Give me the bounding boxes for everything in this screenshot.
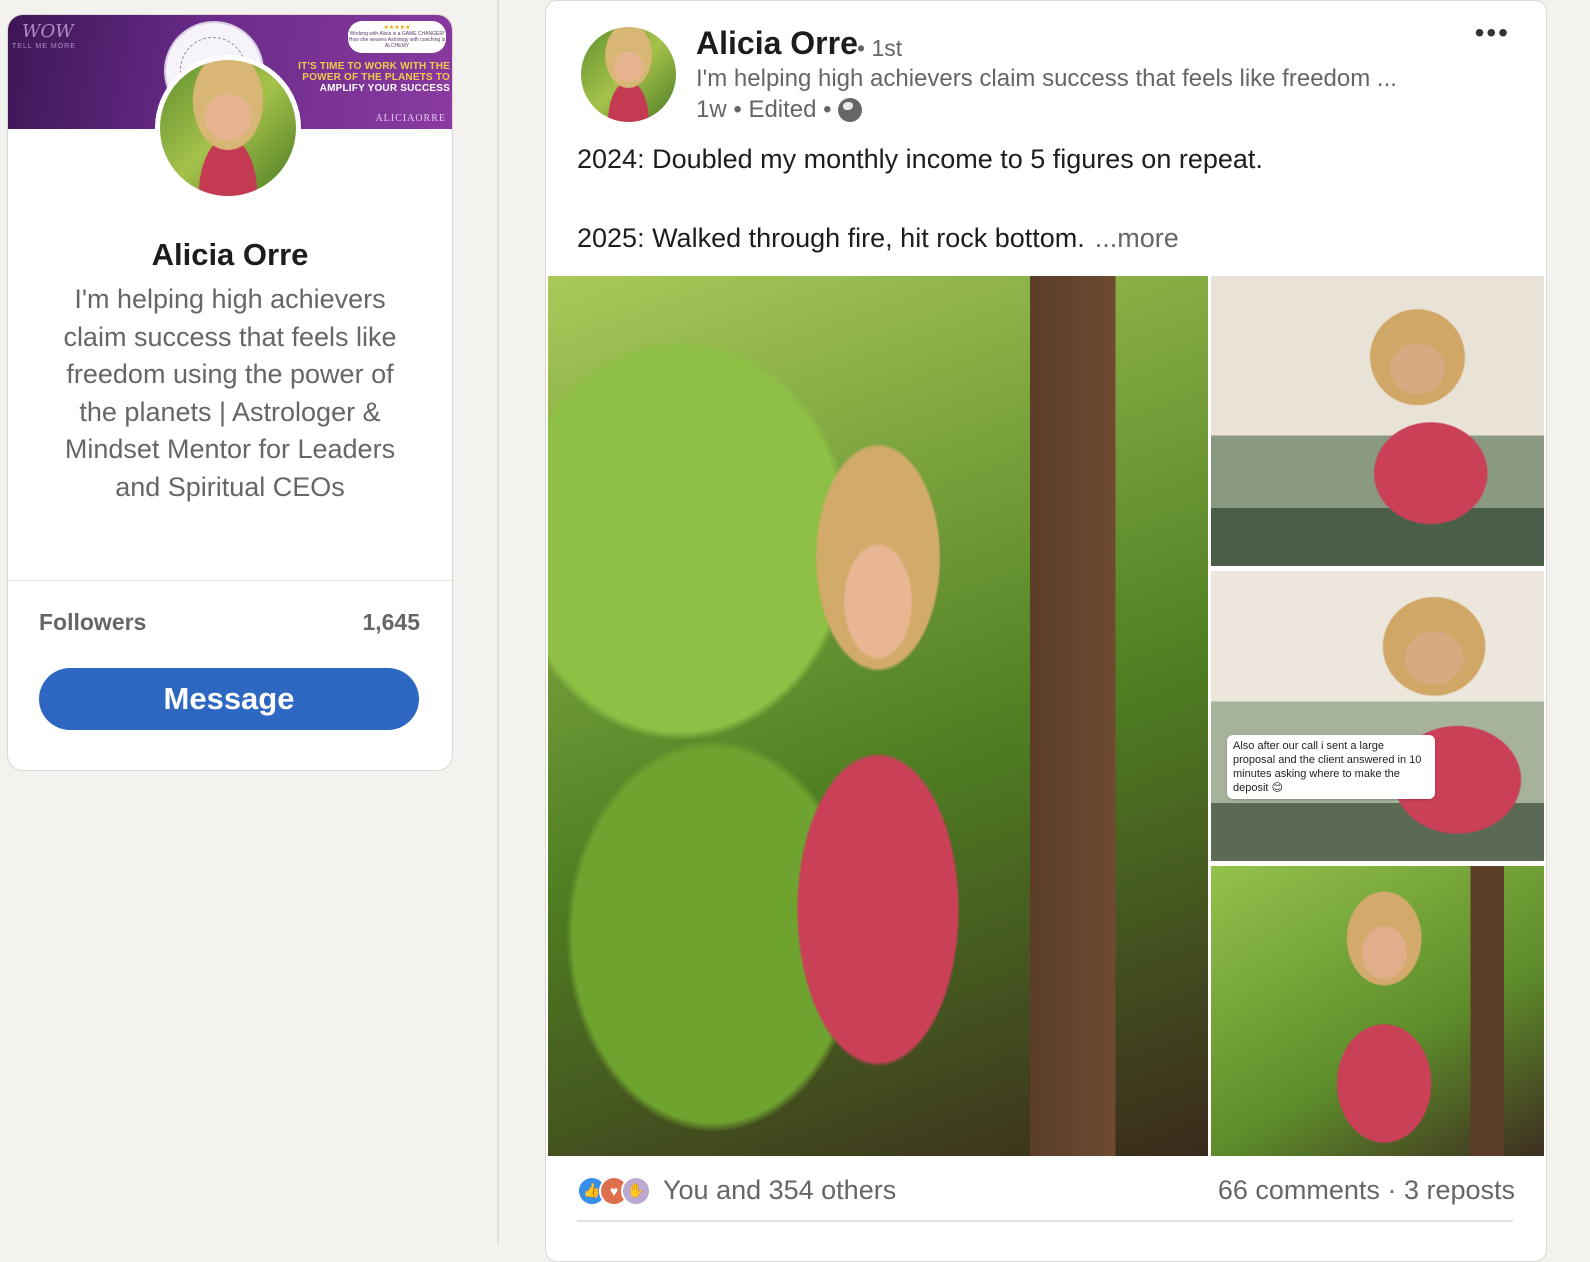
followers-label: Followers [39,609,147,635]
banner-sub-text: TELL ME MORE [12,43,76,50]
profile-divider [8,580,452,581]
post-photo-4[interactable] [1211,866,1544,1156]
post-meta: 1w • Edited • [696,96,862,124]
layout-divider [497,0,499,1244]
chat-screenshot-overlay: Also after our call i sent a large propo… [1227,735,1435,799]
profile-card: WOW TELL ME MORE ★★★★★ Working with Alic… [7,14,453,771]
banner-headline: IT'S TIME TO WORK WITH THE POWER OF THE … [280,61,450,94]
banner-testimonial-text: Working with Alicia is a GAME CHANGER! H… [348,31,446,49]
post-time: 1w [696,96,727,123]
meta-separator: • [816,96,832,123]
banner-headline-line2: POWER OF THE PLANETS TO [302,72,450,83]
post-edited: Edited [748,96,817,123]
post-author-headline: I'm helping high achievers claim success… [696,65,1397,92]
post-author-name[interactable]: Alicia Orre [696,25,858,62]
engagement-counts: 66 comments · 3 reposts [1218,1175,1515,1206]
connection-degree: • 1st [857,35,903,61]
banner-headline-line1: IT'S TIME TO WORK WITH THE [298,61,450,72]
post-author-avatar[interactable] [581,27,676,122]
profile-avatar[interactable] [155,55,301,201]
banner-script-text: WOW [22,21,74,42]
ellipsis-icon[interactable]: ••• [1475,17,1510,49]
post-text-line2: 2025: Walked through fire, hit rock bott… [577,223,1179,254]
banner-headline-line3: AMPLIFY YOUR SUCCESS [319,83,450,94]
message-button[interactable]: Message [39,668,419,730]
reposts-count[interactable]: 3 reposts [1404,1175,1515,1205]
banner-brand: ALICIAORRE [375,113,446,124]
post-text-line1: 2024: Doubled my monthly income to 5 fig… [577,144,1263,174]
post-text-line2-content: 2025: Walked through fire, hit rock bott… [577,223,1085,253]
comments-count[interactable]: 66 comments [1218,1175,1380,1205]
post-photo-3[interactable]: Also after our call i sent a large propo… [1211,571,1544,861]
post-photo-2[interactable] [1211,276,1544,566]
followers-count: 1,645 [362,609,420,635]
post-footer-divider [577,1220,1513,1222]
meta-separator: • [726,96,749,123]
reactions-summary[interactable]: 👍 ♥ ✋ You and 354 others [577,1175,896,1206]
see-more-link[interactable]: ...more [1095,223,1179,253]
profile-headline: I'm helping high achievers claim success… [63,284,397,502]
banner-testimonial: ★★★★★ Working with Alicia is a GAME CHAN… [348,21,446,53]
profile-name[interactable]: Alicia Orre [8,237,452,273]
globe-icon [837,98,862,122]
post-card: Alicia Orre • 1st I'm helping high achie… [545,0,1547,1262]
engagement-separator: · [1387,1175,1404,1205]
post-photo-main[interactable] [548,276,1208,1156]
support-reaction-icon: ✋ [621,1175,651,1206]
reactions-count-text[interactable]: You and 354 others [663,1175,896,1206]
